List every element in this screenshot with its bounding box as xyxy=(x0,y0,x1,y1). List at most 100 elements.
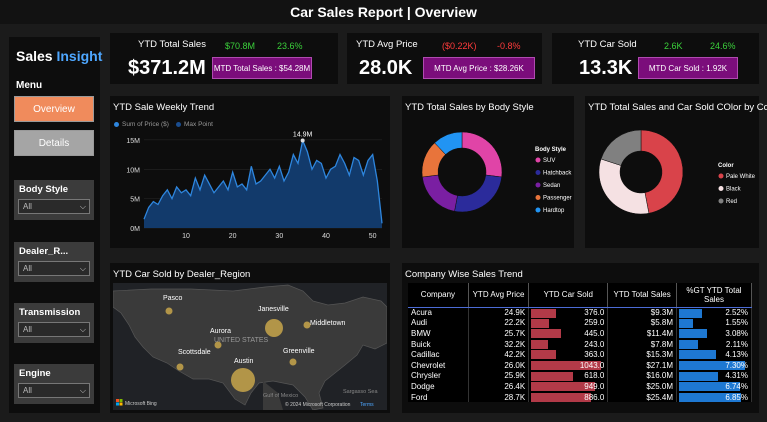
x-tick-label: 40 xyxy=(322,233,330,240)
cell-total-sales: $5.8M xyxy=(607,317,677,329)
col-header-pct-total[interactable]: %GT YTD Total Sales xyxy=(676,283,752,308)
cell-car-sold: 886.0 xyxy=(528,391,609,403)
cell-car-sold: 949.0 xyxy=(528,381,609,392)
bar-pct-total xyxy=(679,308,702,318)
city-bubble-austin[interactable] xyxy=(231,368,255,392)
col-header-avg-price[interactable]: YTD Avg Price xyxy=(468,283,530,308)
cell-total-sales: $25.4M xyxy=(607,391,677,403)
slice-red[interactable] xyxy=(600,129,642,166)
slice-suv[interactable] xyxy=(461,131,503,178)
col-header-company[interactable]: Company xyxy=(408,283,469,308)
value-pct-total: 4.31% xyxy=(725,371,748,381)
mtd-badge: MTD Avg Price : $28.26K xyxy=(423,57,535,79)
value-car-sold: 618.0 xyxy=(584,371,605,381)
max-point-marker[interactable] xyxy=(300,138,305,143)
value-car-sold: 376.0 xyxy=(584,308,605,318)
body-style-dropdown[interactable]: All ⌵ xyxy=(18,199,90,214)
bar-car-sold xyxy=(531,308,557,318)
legend-swatch xyxy=(535,170,541,175)
col-header-car-sold[interactable]: YTD Car Sold xyxy=(528,283,609,308)
slice-sedan[interactable] xyxy=(422,174,458,212)
legend-swatch xyxy=(535,207,541,213)
slicer-label: Dealer_R... xyxy=(19,246,69,257)
details-button[interactable]: Details xyxy=(14,130,94,156)
bar-car-sold xyxy=(531,392,591,402)
kpi-ytd-avg-price: YTD Avg Price ($0.22K) -0.8% 28.0K MTD A… xyxy=(347,33,542,84)
value-car-sold: 949.0 xyxy=(584,381,605,391)
value-pct-total: 2.11% xyxy=(725,339,748,349)
cell-company: Chrysler xyxy=(408,370,469,382)
cell-total-sales: $25.0M xyxy=(607,381,677,392)
slice-black[interactable] xyxy=(598,158,650,215)
city-bubble-pasco[interactable] xyxy=(165,307,173,315)
weekly-trend-chart[interactable]: 0M 5M 10M 15M 10 20 30 40 50 14.9M xyxy=(110,128,390,248)
weekly-trend-panel: YTD Sale Weekly Trend Sum of Price ($) M… xyxy=(110,96,390,248)
legend-swatch xyxy=(718,186,724,191)
kpi-value: $371.2M xyxy=(128,57,206,79)
chart-title: YTD Total Sales and Car Sold COlor by Co… xyxy=(588,102,767,113)
value-pct-total: 4.13% xyxy=(725,350,748,360)
table-row[interactable]: Buick 32.2K 243.0 $7.8M 2.11% xyxy=(408,338,752,350)
dealer-region-map[interactable]: Pasco Janesville Aurora Middletown Scott… xyxy=(113,283,387,410)
city-bubble-janesville[interactable] xyxy=(265,319,283,337)
slicer-label: Engine xyxy=(19,368,51,379)
table-row[interactable]: Chevrolet 26.0K 1043.0 $27.1M 7.30% xyxy=(408,359,752,371)
value-pct-total: 2.52% xyxy=(725,308,748,318)
bar-pct-total xyxy=(679,318,693,328)
cell-company: Buick xyxy=(408,338,469,350)
max-point-label: 14.9M xyxy=(293,131,313,138)
city-label-greenville: Greenville xyxy=(283,348,315,355)
city-label-austin: Austin xyxy=(234,358,254,365)
value-car-sold: 259.0 xyxy=(584,318,605,328)
y-tick-label: 10M xyxy=(126,167,140,174)
city-label-scottsdale: Scottsdale xyxy=(178,349,211,356)
city-bubble-scottsdale[interactable] xyxy=(176,363,184,371)
x-tick-label: 50 xyxy=(369,233,377,240)
table-row[interactable]: Chrysler 25.9K 618.0 $16.0M 4.31% xyxy=(408,370,752,382)
value-car-sold: 1043.0 xyxy=(579,360,605,370)
cell-pct-total: 6.85% xyxy=(676,391,752,403)
table-row[interactable]: Audi 22.2K 259.0 $5.8M 1.55% xyxy=(408,317,752,329)
country-label: UNITED STATES xyxy=(214,337,269,344)
engine-dropdown[interactable]: All ⌵ xyxy=(18,383,90,398)
slice-hatchback[interactable] xyxy=(454,174,502,213)
table-row[interactable]: Dodge 26.4K 949.0 $25.0M 6.74% xyxy=(408,381,752,392)
table-row[interactable]: Ford 28.7K 886.0 $25.4M 6.85% xyxy=(408,391,752,403)
report-title: Car Sales Report | Overview xyxy=(0,0,767,24)
col-header-total-sales[interactable]: YTD Total Sales xyxy=(607,283,677,308)
body-style-donut-chart[interactable]: Body Style SUV Hatchback Sedan Passenger Hard… xyxy=(402,114,574,248)
table-row[interactable]: Acura 24.9K 376.0 $9.3M 2.52% xyxy=(408,307,752,318)
table-row[interactable]: Cadillac 42.2K 363.0 $15.3M 4.13% xyxy=(408,349,752,360)
cell-total-sales: $9.3M xyxy=(607,307,677,318)
cell-company: Cadillac xyxy=(408,349,469,360)
overview-button[interactable]: Overview xyxy=(14,96,94,122)
dealer-region-dropdown[interactable]: All ⌵ xyxy=(18,261,90,276)
cell-total-sales: $11.4M xyxy=(607,328,677,339)
map-provider: Microsoft Bing xyxy=(125,401,157,407)
bar-pct-total xyxy=(679,350,717,360)
bar-pct-total xyxy=(679,329,707,339)
sidebar: Sales Insight Menu Overview Details Body… xyxy=(9,37,102,413)
value-car-sold: 445.0 xyxy=(584,328,605,338)
area-series-fill[interactable] xyxy=(144,140,382,228)
city-bubble-greenville[interactable] xyxy=(289,358,297,366)
kpi-label: YTD Car Sold xyxy=(578,39,637,50)
cell-pct-total: 3.08% xyxy=(676,328,752,339)
bar-car-sold xyxy=(531,318,549,328)
value-pct-total: 1.55% xyxy=(725,318,748,328)
slice-pale-white[interactable] xyxy=(640,129,684,214)
value-pct-total: 7.30% xyxy=(725,360,748,370)
cell-company: BMW xyxy=(408,328,469,339)
color-donut-chart[interactable]: Color Pale White Black Red xyxy=(585,114,759,248)
chart-title: YTD Car Sold by Dealer_Region xyxy=(113,269,251,280)
kpi-delta-value: $70.8M xyxy=(225,41,256,51)
kpi-value: 28.0K xyxy=(359,57,413,79)
table-row[interactable]: BMW 25.7K 445.0 $11.4M 3.08% xyxy=(408,328,752,339)
cell-pct-total: 2.11% xyxy=(676,338,752,350)
cell-total-sales: $27.1M xyxy=(607,359,677,371)
transmission-dropdown[interactable]: All ⌵ xyxy=(18,322,90,337)
cell-pct-total: 1.55% xyxy=(676,317,752,329)
cell-car-sold: 363.0 xyxy=(528,349,609,360)
map-terms-link[interactable]: Terms xyxy=(360,402,374,408)
kpi-label: YTD Avg Price xyxy=(356,39,418,50)
